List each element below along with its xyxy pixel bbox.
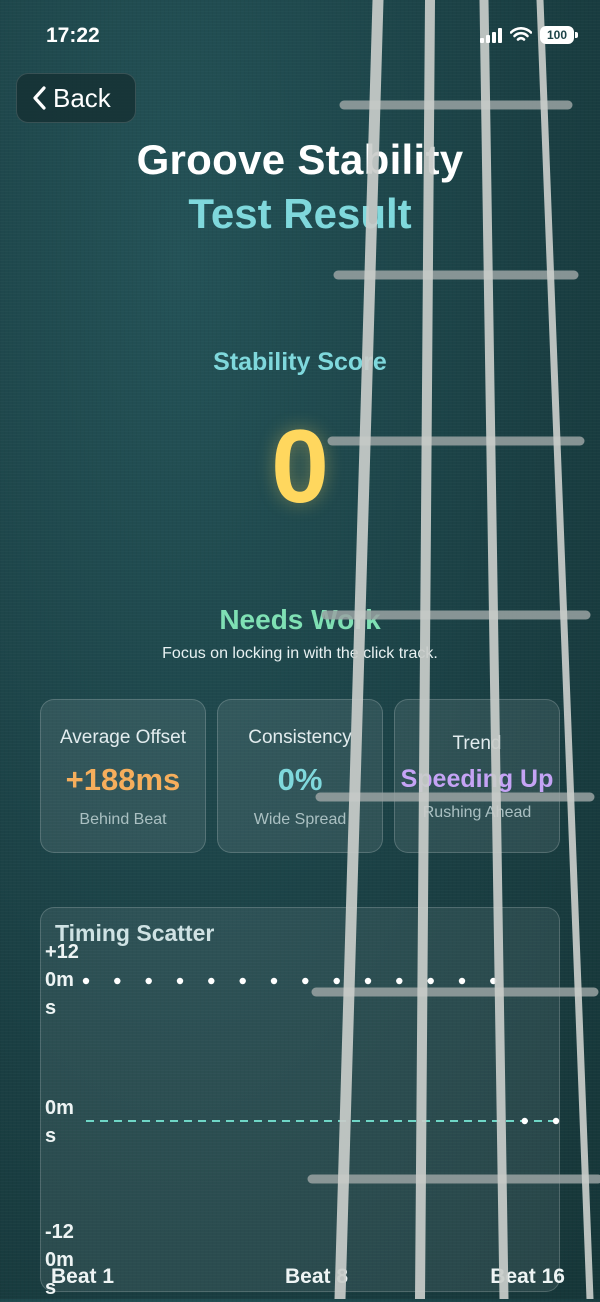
timing-scatter-card: Timing Scatter +120ms 0ms -120ms Beat 1 … <box>40 907 565 1299</box>
scatter-point-beat-14 <box>490 977 497 985</box>
x-axis-label-end: Beat 16 <box>490 1265 565 1288</box>
metric-value: +188ms <box>65 762 181 797</box>
scatter-point-beat-7 <box>270 977 278 985</box>
scatter-point-beat-3 <box>145 977 152 985</box>
scatter-point-beat-1 <box>82 977 90 985</box>
scatter-point-beat-4 <box>176 977 184 985</box>
metric-card-average-offset: Average Offset +188ms Behind Beat <box>40 699 206 853</box>
scatter-point-beat-11 <box>396 977 403 985</box>
metric-value: Speeding Up <box>400 765 554 793</box>
status-bar: 17:22 100 <box>0 22 600 52</box>
back-button-label: Back <box>53 82 111 113</box>
status-time: 17:22 <box>46 24 100 47</box>
cellular-signal-icon <box>480 27 502 43</box>
x-axis-label-mid: Beat 8 <box>285 1265 349 1288</box>
metric-description: Behind Beat <box>79 811 167 828</box>
scatter-point-beat-12 <box>427 977 434 985</box>
metric-title: Average Offset <box>59 727 187 748</box>
scatter-point-beat-13 <box>458 977 466 985</box>
page-header: Groove Stability Test Result <box>0 136 600 238</box>
scatter-point-beat-10 <box>364 977 372 985</box>
metric-title: Consistency <box>248 727 352 748</box>
chevron-left-icon <box>33 86 46 110</box>
scatter-point-beat-6 <box>239 977 246 985</box>
metric-card-trend: Trend Speeding Up Rushing Ahead <box>394 699 560 853</box>
page-subtitle: Test Result <box>188 190 412 237</box>
x-axis-label-start: Beat 1 <box>51 1265 115 1288</box>
back-button[interactable]: Back <box>16 73 136 123</box>
stability-score-value: 0 <box>271 409 329 525</box>
scatter-point-beat-5 <box>208 977 215 985</box>
scatter-point-beat-15 <box>521 1117 528 1125</box>
page-title: Groove Stability <box>136 136 464 183</box>
status-icons: 100 <box>480 26 578 44</box>
scatter-point-beat-9 <box>333 977 340 985</box>
metric-value: 0% <box>277 762 323 797</box>
metric-card-consistency: Consistency 0% Wide Spread <box>217 699 383 853</box>
wifi-icon <box>510 27 532 41</box>
scatter-point-beat-16 <box>552 1117 560 1125</box>
metric-description: Wide Spread <box>253 811 347 828</box>
metric-description: Rushing Ahead <box>422 804 532 821</box>
scatter-point-beat-8 <box>302 977 309 985</box>
metric-title: Trend <box>452 733 502 754</box>
verdict-message: Focus on locking in with the click track… <box>162 645 438 662</box>
battery-indicator: 100 <box>540 26 578 44</box>
stability-score-label: Stability Score <box>213 348 387 376</box>
timing-scatter-plot <box>82 977 560 1125</box>
verdict-title: Needs Work <box>219 604 381 635</box>
scatter-point-beat-2 <box>114 977 121 985</box>
